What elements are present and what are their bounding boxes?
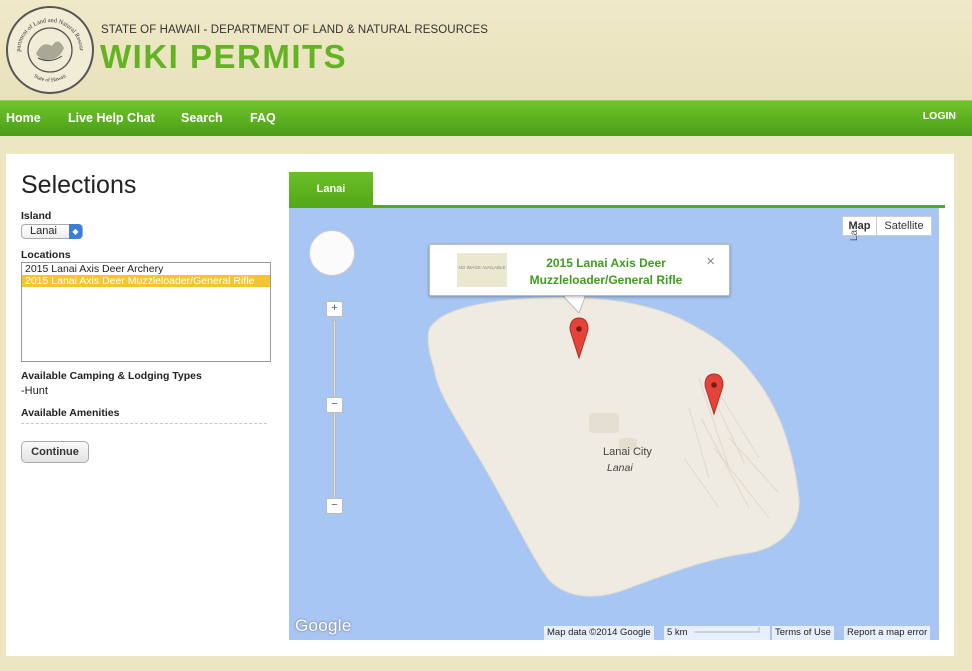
island-select-value: Lanai xyxy=(30,225,57,237)
map-scale-label: 5 km xyxy=(664,626,770,640)
map-data-attribution: Map data ©2014 Google xyxy=(544,626,654,640)
content-panel: Selections Island Lanai ◆ Locations 2015… xyxy=(6,154,954,656)
terms-of-use-link[interactable]: Terms of Use xyxy=(772,626,834,640)
camping-type-value: -Hunt xyxy=(21,385,48,397)
zoom-in-button[interactable]: + xyxy=(326,301,343,317)
camping-types-label: Available Camping & Lodging Types xyxy=(21,370,202,382)
locations-label: Locations xyxy=(21,249,71,261)
island-label: Island xyxy=(21,210,52,222)
zoom-handle[interactable]: − xyxy=(326,397,343,413)
seal-text-bottom: State of Hawaii xyxy=(33,73,68,84)
login-link[interactable]: LOGIN xyxy=(923,110,956,122)
info-title-line1: 2015 Lanai Axis Deer xyxy=(546,256,666,270)
select-arrows-icon: ◆ xyxy=(69,224,82,239)
department-name: STATE OF HAWAII - DEPARTMENT OF LAND & N… xyxy=(101,24,489,36)
map-city-label: Lanai City xyxy=(603,446,652,458)
map-edge-label: La xyxy=(849,229,861,242)
map-type-satellite-button[interactable]: Satellite xyxy=(876,216,932,236)
report-map-error-link[interactable]: Report a map error xyxy=(844,626,931,640)
location-option-selected[interactable]: 2015 Lanai Axis Deer Muzzleloader/Genera… xyxy=(22,275,270,287)
site-title[interactable]: WIKI PERMITS xyxy=(100,38,347,76)
info-title-line2: Muzzleloader/General Rifle xyxy=(529,273,683,287)
tab-lanai[interactable]: Lanai xyxy=(289,172,373,205)
nav-search[interactable]: Search xyxy=(181,111,223,125)
divider xyxy=(21,423,267,424)
info-window-title[interactable]: 2015 Lanai Axis Deer Muzzleloader/Genera… xyxy=(522,255,690,289)
continue-button[interactable]: Continue xyxy=(21,441,89,463)
pan-control[interactable] xyxy=(309,230,355,276)
nav-live-help-chat[interactable]: Live Help Chat xyxy=(68,111,155,125)
nav-home[interactable]: Home xyxy=(6,111,41,125)
locations-listbox[interactable]: 2015 Lanai Axis Deer Archery 2015 Lanai … xyxy=(21,262,271,362)
map-info-window[interactable]: NO IMAGE AVAILABLE 2015 Lanai Axis Deer … xyxy=(429,244,730,296)
no-image-thumbnail: NO IMAGE AVAILABLE xyxy=(457,253,507,287)
map-view[interactable]: + − − Map Satellite La NO IMAGE AVAILABL… xyxy=(289,208,939,640)
location-option[interactable]: 2015 Lanai Axis Deer Archery xyxy=(22,263,270,275)
page-title: Selections xyxy=(21,171,137,199)
site-header: Department of Land and Natural Resources… xyxy=(0,0,972,100)
state-seal-logo[interactable]: Department of Land and Natural Resources… xyxy=(6,6,94,94)
nav-faq[interactable]: FAQ xyxy=(250,111,276,125)
island-select[interactable]: Lanai ◆ xyxy=(21,224,83,239)
main-nav: Home Live Help Chat Search FAQ LOGIN xyxy=(0,100,972,136)
map-island-label: Lanai xyxy=(607,462,633,474)
amenities-label: Available Amenities xyxy=(21,407,120,419)
zoom-out-button[interactable]: − xyxy=(326,498,343,514)
google-logo[interactable]: Google xyxy=(295,616,352,636)
close-icon[interactable]: × xyxy=(706,253,715,270)
svg-text:State of Hawaii: State of Hawaii xyxy=(33,73,68,84)
